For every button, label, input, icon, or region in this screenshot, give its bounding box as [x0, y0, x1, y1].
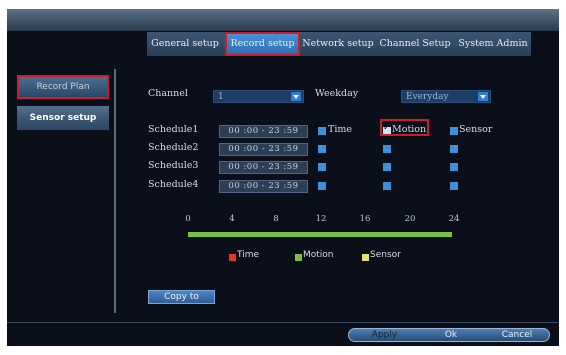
window-frame: General setup Record setup Network setup…: [0, 0, 566, 355]
schedule4-sensor-checkbox[interactable]: [450, 182, 458, 190]
legend-motion-swatch: [295, 254, 302, 261]
tab-network-setup[interactable]: Network setup: [301, 32, 375, 56]
sidebar-item-record-plan[interactable]: Record Plan: [17, 75, 109, 99]
schedule2-label: Schedule2: [148, 142, 199, 153]
dvr-screen: General setup Record setup Network setup…: [7, 9, 559, 346]
schedule3-time-checkbox[interactable]: [318, 163, 326, 171]
tab-general-setup[interactable]: General setup: [147, 32, 223, 56]
weekday-label: Weekday: [315, 88, 359, 99]
timeline-tick: 0: [185, 214, 191, 224]
tab-channel-setup[interactable]: Channel Setup: [377, 32, 453, 56]
timeline-tick: 12: [315, 214, 327, 224]
schedule4-motion-checkbox[interactable]: [383, 182, 391, 190]
schedule2-motion-checkbox[interactable]: [383, 145, 391, 153]
title-bar: [7, 9, 559, 31]
schedule1-sensor-checkbox[interactable]: [450, 127, 458, 135]
weekday-value: Everyday: [406, 92, 449, 102]
schedule2-time-checkbox[interactable]: [318, 145, 326, 153]
legend-sensor-label: Sensor: [370, 250, 401, 260]
sidebar-item-sensor-setup[interactable]: Sensor setup: [17, 106, 109, 130]
legend-time-label: Time: [237, 250, 260, 260]
schedule3-motion-checkbox[interactable]: [383, 163, 391, 171]
channel-label: Channel: [148, 88, 188, 99]
schedule3-time-field[interactable]: 00 :00 - 23 :59: [219, 161, 308, 174]
timeline-tick: 24: [448, 214, 460, 224]
schedule1-time-field[interactable]: 00 :00 - 23 :59: [219, 125, 308, 138]
tab-system-admin[interactable]: System Admin: [455, 32, 531, 56]
apply-button[interactable]: Apply: [352, 328, 417, 342]
schedule3-sensor-checkbox[interactable]: [450, 163, 458, 171]
legend-motion-label: Motion: [303, 250, 334, 260]
schedule3-label: Schedule3: [148, 160, 199, 171]
timeline-tick: 20: [404, 214, 416, 224]
chevron-down-icon: [291, 92, 301, 101]
channel-select[interactable]: 1: [213, 90, 304, 103]
chevron-down-icon: [478, 92, 488, 101]
sidebar-divider: [114, 69, 116, 313]
schedule1-time-checkbox[interactable]: [318, 127, 326, 135]
schedule4-label: Schedule4: [148, 179, 199, 190]
motion-highlight-box: [380, 119, 429, 136]
timeline-tick: 16: [359, 214, 371, 224]
schedule2-sensor-checkbox[interactable]: [450, 145, 458, 153]
tab-record-setup[interactable]: Record setup: [225, 32, 300, 56]
bottom-divider: [7, 322, 559, 323]
schedule-timeline-bar: [188, 232, 452, 237]
timeline-tick: 4: [229, 214, 235, 224]
cancel-button[interactable]: Cancel: [485, 328, 549, 342]
schedule4-time-checkbox[interactable]: [318, 182, 326, 190]
schedule1-label: Schedule1: [148, 124, 199, 135]
ok-button[interactable]: Ok: [419, 328, 483, 342]
legend-time-swatch: [229, 254, 236, 261]
timeline-tick: 8: [273, 214, 279, 224]
legend-sensor-swatch: [362, 254, 369, 261]
schedule2-time-field[interactable]: 00 :00 - 23 :59: [219, 143, 308, 156]
time-checkbox-label: Time: [328, 124, 353, 135]
channel-value: 1: [218, 92, 224, 102]
weekday-select[interactable]: Everyday: [401, 90, 491, 103]
sensor-checkbox-label: Sensor: [459, 124, 493, 135]
copy-to-button[interactable]: Copy to: [148, 290, 215, 304]
schedule4-time-field[interactable]: 00 :00 - 23 :59: [219, 180, 308, 193]
